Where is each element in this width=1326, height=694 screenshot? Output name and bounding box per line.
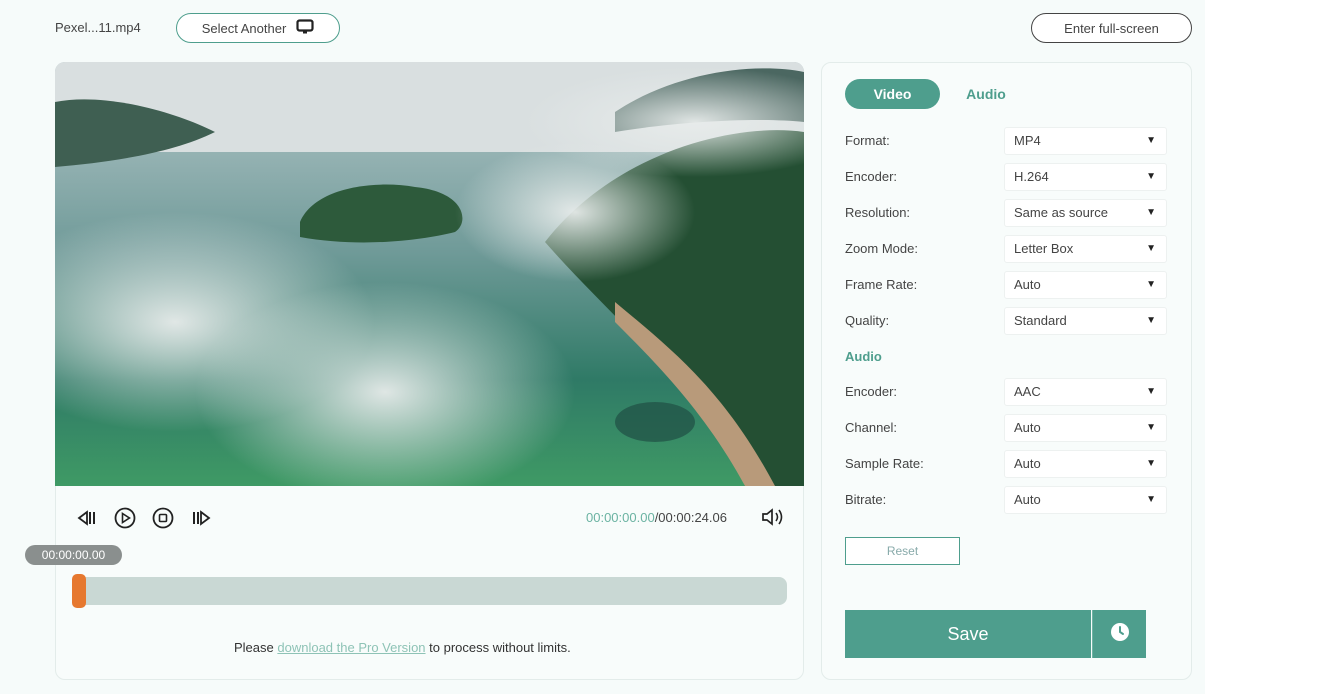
video-encoder-label: Encoder:: [845, 169, 898, 184]
save-button[interactable]: Save: [845, 610, 1091, 658]
caret-down-icon: ▼: [1146, 458, 1156, 469]
playhead-time-tooltip: 00:00:00.00: [25, 545, 122, 565]
clock-icon: [1110, 622, 1130, 647]
volume-icon[interactable]: [760, 505, 786, 529]
play-icon[interactable]: [113, 506, 137, 530]
total-time: /00:00:24.06: [654, 510, 727, 525]
caret-down-icon: ▼: [1146, 207, 1156, 218]
zoom-mode-select[interactable]: Letter Box ▼: [1004, 235, 1167, 263]
sample-rate-select[interactable]: Auto ▼: [1004, 450, 1167, 478]
reset-button[interactable]: Reset: [845, 537, 960, 565]
video-encoder-value: H.264: [1014, 169, 1049, 184]
download-pro-link[interactable]: download the Pro Version: [277, 640, 425, 655]
tab-audio[interactable]: Audio: [950, 79, 1022, 109]
promo-text-after: to process without limits.: [425, 640, 571, 655]
frame-rate-select[interactable]: Auto ▼: [1004, 271, 1167, 299]
caret-down-icon: ▼: [1146, 494, 1156, 505]
audio-encoder-select[interactable]: AAC ▼: [1004, 378, 1167, 406]
caret-down-icon: ▼: [1146, 422, 1156, 433]
fullscreen-button[interactable]: Enter full-screen: [1031, 13, 1192, 43]
quality-value: Standard: [1014, 313, 1067, 328]
frame-rate-label: Frame Rate:: [845, 277, 918, 292]
zoom-mode-value: Letter Box: [1014, 241, 1074, 256]
resolution-select[interactable]: Same as source ▼: [1004, 199, 1167, 227]
playback-controls: [75, 506, 213, 530]
step-forward-icon[interactable]: [189, 506, 213, 530]
pro-version-notice: Please download the Pro Version to proce…: [234, 640, 571, 655]
audio-encoder-label: Encoder:: [845, 384, 898, 399]
caret-down-icon: ▼: [1146, 315, 1156, 326]
current-time: 00:00:00.00: [586, 510, 655, 525]
monitor-icon: [296, 18, 314, 38]
caret-down-icon: ▼: [1146, 279, 1156, 290]
frame-rate-value: Auto: [1014, 277, 1041, 292]
format-select[interactable]: MP4 ▼: [1004, 127, 1167, 155]
audio-encoder-value: AAC: [1014, 384, 1041, 399]
bitrate-label: Bitrate:: [845, 492, 887, 507]
playhead-handle[interactable]: [72, 574, 86, 608]
bitrate-select[interactable]: Auto ▼: [1004, 486, 1167, 514]
video-preview[interactable]: [55, 62, 804, 486]
step-back-icon[interactable]: [75, 506, 99, 530]
audio-section-title: Audio: [845, 349, 882, 364]
promo-text-before: Please: [234, 640, 278, 655]
format-label: Format:: [845, 133, 890, 148]
bitrate-value: Auto: [1014, 492, 1041, 507]
select-another-label: Select Another: [201, 20, 287, 36]
channel-label: Channel:: [845, 420, 898, 435]
caret-down-icon: ▼: [1146, 386, 1156, 397]
video-encoder-select[interactable]: H.264 ▼: [1004, 163, 1167, 191]
timeline-track[interactable]: [72, 577, 787, 605]
format-value: MP4: [1014, 133, 1041, 148]
stop-icon[interactable]: [151, 506, 175, 530]
time-display: 00:00:00.00/00:00:24.06: [586, 510, 727, 525]
file-name: Pexel...11.mp4: [55, 20, 141, 35]
channel-value: Auto: [1014, 420, 1041, 435]
video-frame-image: [55, 62, 804, 486]
select-another-button[interactable]: Select Another: [176, 13, 340, 43]
schedule-save-button[interactable]: [1092, 610, 1146, 658]
channel-select[interactable]: Auto ▼: [1004, 414, 1167, 442]
zoom-mode-label: Zoom Mode:: [845, 241, 918, 256]
app-window: Pexel...11.mp4 Select Another Enter full…: [0, 0, 1326, 694]
caret-down-icon: ▼: [1146, 171, 1156, 182]
quality-label: Quality:: [845, 313, 890, 328]
caret-down-icon: ▼: [1146, 243, 1156, 254]
sample-rate-value: Auto: [1014, 456, 1041, 471]
background-margin: [1205, 0, 1326, 694]
caret-down-icon: ▼: [1146, 135, 1156, 146]
quality-select[interactable]: Standard ▼: [1004, 307, 1167, 335]
resolution-label: Resolution:: [845, 205, 911, 220]
tab-video[interactable]: Video: [845, 79, 940, 109]
sample-rate-label: Sample Rate:: [845, 456, 924, 471]
resolution-value: Same as source: [1014, 205, 1108, 220]
